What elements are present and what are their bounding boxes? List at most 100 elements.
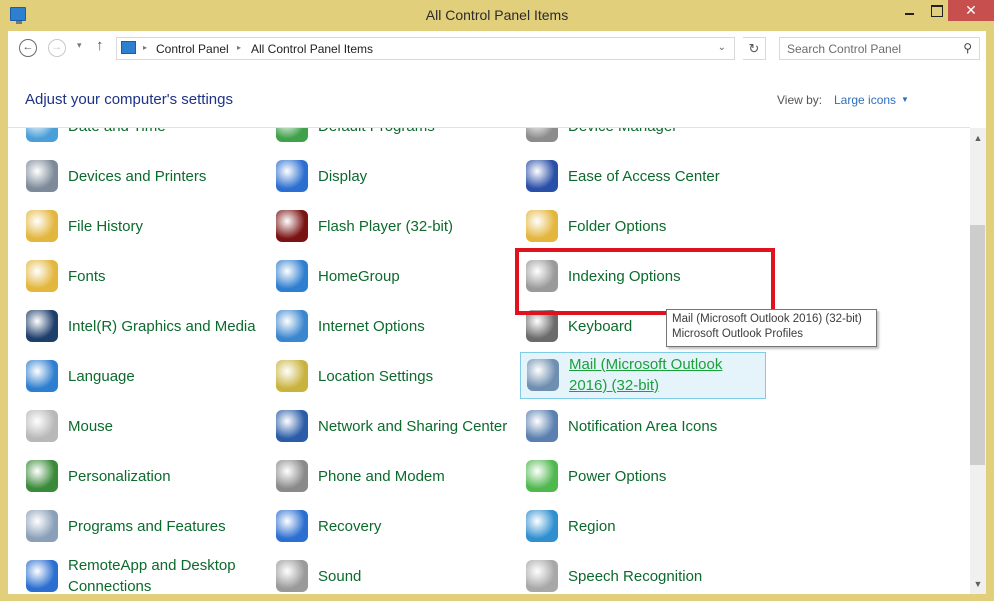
- control-panel-item-label[interactable]: Fonts: [68, 254, 258, 298]
- control-panel-item[interactable]: Power Options: [526, 454, 766, 498]
- refresh-button[interactable]: ↻: [743, 37, 766, 60]
- programs-features-icon: [26, 510, 58, 542]
- control-panel-item-label[interactable]: Power Options: [568, 454, 758, 498]
- phone-modem-icon: [276, 460, 308, 492]
- network-icon: [276, 410, 308, 442]
- control-panel-item[interactable]: RemoteApp and Desktop Connections: [26, 554, 266, 594]
- device-manager-icon: [526, 128, 558, 142]
- address-bar[interactable]: ▸ Control Panel ▸ All Control Panel Item…: [116, 37, 735, 60]
- control-panel-item-label[interactable]: Recovery: [318, 504, 508, 548]
- internet-options-icon: [276, 310, 308, 342]
- control-panel-item[interactable]: Network and Sharing Center: [276, 404, 516, 448]
- control-panel-item-label[interactable]: Default Programs: [318, 128, 508, 148]
- control-panel-item-label[interactable]: Folder Options: [568, 204, 758, 248]
- control-panel-item-label[interactable]: Flash Player (32-bit): [318, 204, 508, 248]
- minimize-button[interactable]: [896, 0, 923, 21]
- calendar-clock-icon: [26, 128, 58, 142]
- view-by-dropdown[interactable]: Large icons ▼: [834, 93, 909, 107]
- control-panel-item[interactable]: Programs and Features: [26, 504, 266, 548]
- control-panel-item[interactable]: Notification Area Icons: [526, 404, 766, 448]
- control-panel-item-label[interactable]: Intel(R) Graphics and Media: [68, 304, 258, 348]
- close-button[interactable]: ✕: [948, 0, 994, 21]
- control-panel-item-label[interactable]: Sound: [318, 554, 508, 594]
- fonts-icon: [26, 260, 58, 292]
- control-panel-item[interactable]: Display: [276, 154, 516, 198]
- control-panel-item-label[interactable]: Speech Recognition: [568, 554, 758, 594]
- file-history-icon: [26, 210, 58, 242]
- control-panel-item-label[interactable]: Internet Options: [318, 304, 508, 348]
- control-panel-item[interactable]: File History: [26, 204, 266, 248]
- view-by-value: Large icons: [834, 93, 897, 107]
- control-panel-item-label[interactable]: Notification Area Icons: [568, 404, 758, 448]
- control-panel-item[interactable]: Sound: [276, 554, 516, 594]
- control-panel-item[interactable]: Date and Time: [26, 128, 266, 148]
- control-panel-item[interactable]: Intel(R) Graphics and Media: [26, 304, 266, 348]
- control-panel-item[interactable]: Recovery: [276, 504, 516, 548]
- maximize-button[interactable]: [923, 0, 950, 21]
- control-panel-item-label[interactable]: Mouse: [68, 404, 258, 448]
- control-panel-item[interactable]: Mouse: [26, 404, 266, 448]
- notification-area-icon: [526, 410, 558, 442]
- title-bar[interactable]: All Control Panel Items ✕: [0, 0, 994, 31]
- folder-options-icon: [526, 210, 558, 242]
- microphone-icon: [526, 560, 558, 592]
- control-panel-item[interactable]: Language: [26, 354, 266, 398]
- language-icon: [26, 360, 58, 392]
- search-icon[interactable]: ⚲: [963, 41, 972, 55]
- breadcrumb-all-items[interactable]: All Control Panel Items: [251, 42, 373, 56]
- control-panel-item-label[interactable]: Language: [68, 354, 258, 398]
- control-panel-item-label[interactable]: Programs and Features: [68, 504, 258, 548]
- control-panel-item-label[interactable]: Device Manager: [568, 128, 758, 148]
- control-panel-item[interactable]: Personalization: [26, 454, 266, 498]
- control-panel-item-label[interactable]: File History: [68, 204, 258, 248]
- control-panel-item-label[interactable]: RemoteApp and Desktop Connections: [68, 554, 258, 594]
- control-panel-item[interactable]: Fonts: [26, 254, 266, 298]
- control-panel-item-label[interactable]: Display: [318, 154, 508, 198]
- control-panel-item[interactable]: HomeGroup: [276, 254, 516, 298]
- control-panel-item[interactable]: Phone and Modem: [276, 454, 516, 498]
- default-programs-icon: [276, 128, 308, 142]
- scroll-up-button[interactable]: ▲: [970, 130, 986, 146]
- navigation-bar: ← → ▾ ↑ ▸ Control Panel ▸ All Control Pa…: [8, 31, 986, 67]
- sound-icon: [276, 560, 308, 592]
- control-panel-item-label[interactable]: Region: [568, 504, 758, 548]
- control-panel-item-label[interactable]: Ease of Access Center: [568, 154, 758, 198]
- control-panel-item[interactable]: Region: [526, 504, 766, 548]
- tooltip-description: Microsoft Outlook Profiles: [672, 328, 804, 340]
- tooltip: Mail (Microsoft Outlook 2016) (32-bit) M…: [666, 309, 877, 347]
- control-panel-item-label[interactable]: Date and Time: [68, 128, 258, 148]
- control-panel-item[interactable]: Speech Recognition: [526, 554, 766, 594]
- control-panel-item-label[interactable]: Mail (Microsoft Outlook 2016) (32-bit): [569, 353, 759, 397]
- window-client: ← → ▾ ↑ ▸ Control Panel ▸ All Control Pa…: [8, 31, 986, 594]
- control-panel-item[interactable]: Flash Player (32-bit): [276, 204, 516, 248]
- scrollbar-thumb[interactable]: [970, 225, 985, 465]
- back-button[interactable]: ←: [19, 39, 37, 57]
- control-panel-item-label[interactable]: Phone and Modem: [318, 454, 508, 498]
- address-dropdown-icon[interactable]: ⌄: [718, 42, 726, 53]
- breadcrumb-separator[interactable]: ▸: [237, 43, 241, 52]
- control-panel-item[interactable]: Ease of Access Center: [526, 154, 766, 198]
- control-panel-item-label[interactable]: Location Settings: [318, 354, 508, 398]
- control-panel-item-label[interactable]: Devices and Printers: [68, 154, 258, 198]
- control-panel-item[interactable]: Device Manager: [526, 128, 766, 148]
- control-panel-item[interactable]: Location Settings: [276, 354, 516, 398]
- recent-locations-dropdown[interactable]: ▾: [77, 40, 82, 51]
- control-panel-item[interactable]: Folder Options: [526, 204, 766, 248]
- search-input[interactable]: Search Control Panel ⚲: [779, 37, 980, 60]
- breadcrumb-control-panel[interactable]: Control Panel: [156, 42, 229, 56]
- homegroup-icon: [276, 260, 308, 292]
- control-panel-item[interactable]: Devices and Printers: [26, 154, 266, 198]
- control-panel-item[interactable]: Internet Options: [276, 304, 516, 348]
- personalization-icon: [26, 460, 58, 492]
- control-panel-item-label[interactable]: HomeGroup: [318, 254, 508, 298]
- up-button[interactable]: ↑: [96, 37, 104, 54]
- control-panel-item-label[interactable]: Network and Sharing Center: [318, 404, 508, 448]
- forward-button[interactable]: →: [48, 39, 66, 57]
- control-panel-item[interactable]: Default Programs: [276, 128, 516, 148]
- vertical-scrollbar[interactable]: ▲ ▼: [970, 128, 986, 594]
- intel-graphics-icon: [26, 310, 58, 342]
- breadcrumb-separator[interactable]: ▸: [143, 43, 147, 52]
- scroll-down-button[interactable]: ▼: [970, 576, 986, 592]
- control-panel-item-label[interactable]: Personalization: [68, 454, 258, 498]
- control-panel-item[interactable]: Mail (Microsoft Outlook 2016) (32-bit): [520, 352, 766, 399]
